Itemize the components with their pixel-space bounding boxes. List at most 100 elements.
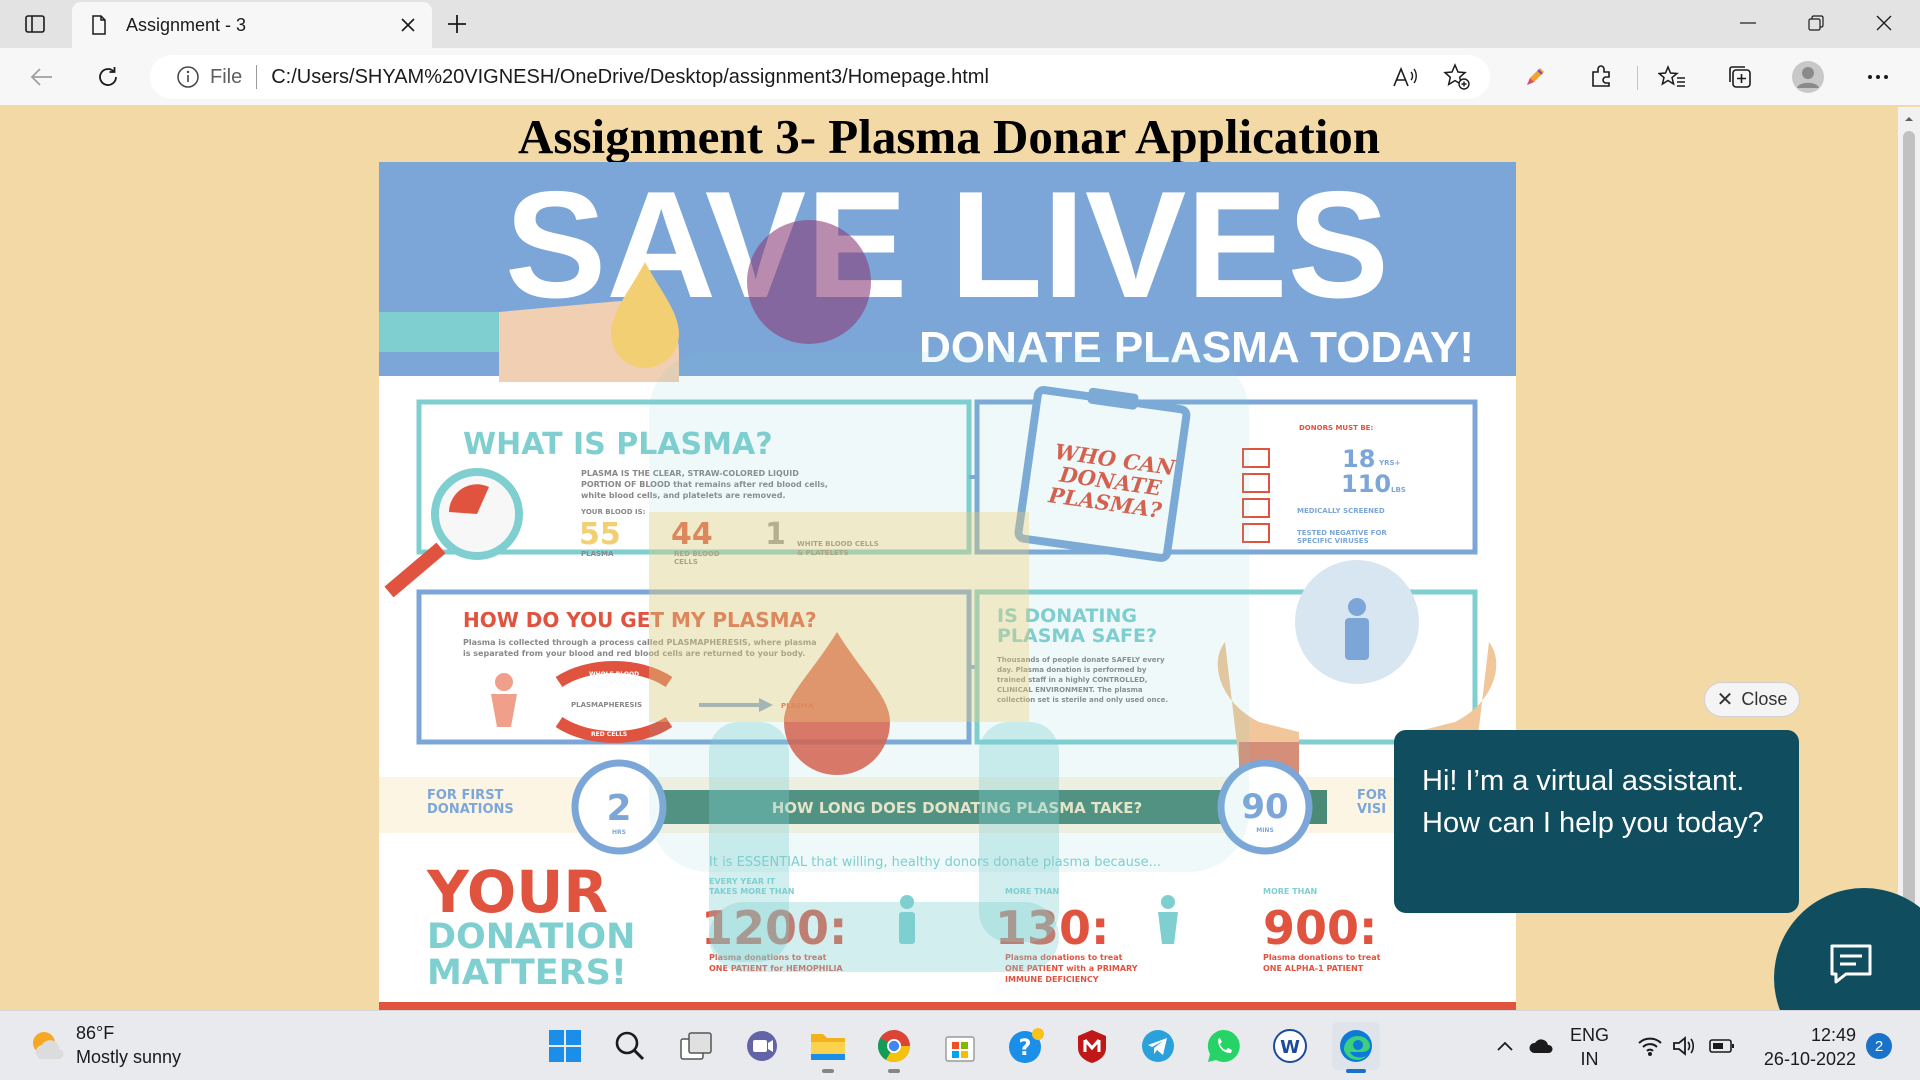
file-explorer-icon[interactable] [804, 1022, 852, 1073]
more-icon[interactable] [1858, 58, 1898, 96]
weather-temp: 86°F [76, 1023, 115, 1043]
time-repeat-2: VISI [1357, 802, 1386, 817]
svg-text:?: ? [1019, 1036, 1032, 1061]
info-icon[interactable] [176, 65, 200, 89]
req-weight: 110 [1341, 470, 1391, 498]
weather-icon [28, 1027, 64, 1063]
navigation-bar: File C:/Users/SHYAM%20VIGNESH/OneDrive/D… [0, 48, 1920, 106]
tab-actions-icon[interactable] [14, 10, 56, 38]
time-repeat-1: FOR [1357, 788, 1387, 803]
fact3-value: 900: [1263, 901, 1377, 955]
address-separator [256, 65, 258, 89]
scrollbar-thumb[interactable] [1903, 131, 1915, 937]
language-code: ENG [1570, 1025, 1610, 1045]
mcafee-icon[interactable] [1068, 1022, 1116, 1070]
svg-text:W: W [1280, 1037, 1300, 1058]
address-bar[interactable]: File C:/Users/SHYAM%20VIGNESH/OneDrive/D… [150, 55, 1490, 99]
read-aloud-icon[interactable] [1390, 63, 1420, 91]
telegram-icon[interactable] [1134, 1022, 1182, 1070]
system-clock[interactable]: 12:49 26-10-2022 [1752, 1023, 1856, 1071]
your-blood: YOUR BLOOD IS: [580, 508, 646, 516]
stat-plasma: 55 [579, 517, 621, 552]
fact3-post-2: ONE ALPHA-1 PATIENT [1263, 964, 1364, 973]
req-age: 18 [1342, 445, 1375, 473]
matters-1: YOUR [426, 858, 608, 926]
how-cells-label: RED CELLS [591, 731, 627, 738]
teams-icon[interactable] [738, 1022, 786, 1070]
time-first-1: FOR FIRST [427, 788, 504, 803]
watermark-shape [709, 902, 1059, 972]
wifi-icon[interactable] [1637, 1033, 1663, 1059]
how-process-label: PLASMAPHERESIS [571, 701, 642, 709]
pen-icon[interactable] [1515, 58, 1555, 96]
how-blood-label: WHOLE BLOOD [589, 671, 639, 678]
donors-must-be: DONORS MUST BE: [1299, 424, 1373, 432]
address-scheme: File [210, 65, 243, 88]
req-age-unit: YRS+ [1378, 459, 1401, 467]
active-indicator [1346, 1069, 1366, 1073]
person-icon [1161, 895, 1175, 909]
search-icon[interactable] [606, 1022, 654, 1070]
minimize-icon[interactable] [1716, 0, 1780, 46]
windows-icon[interactable] [541, 1022, 589, 1070]
scroll-up-icon[interactable] [1903, 113, 1915, 125]
weather-desc: Mostly sunny [76, 1047, 182, 1067]
matters-2: DONATION [427, 917, 635, 957]
running-indicator [822, 1069, 834, 1073]
fact3-pre: MORE THAN [1263, 887, 1317, 896]
region-code: IN [1580, 1049, 1599, 1069]
page-icon [88, 14, 110, 36]
word-icon[interactable]: W [1266, 1022, 1314, 1070]
chat-close-button[interactable]: ✕ Close [1704, 682, 1800, 717]
req-screened: MEDICALLY SCREENED [1297, 507, 1385, 515]
help-icon[interactable]: ? [1002, 1022, 1050, 1070]
whatsapp-icon[interactable] [1200, 1022, 1248, 1070]
bottom-stripe [379, 1002, 1516, 1010]
active-tab[interactable]: Assignment - 3 [72, 2, 432, 48]
req-tested-2: SPECIFIC VIRUSES [1297, 537, 1369, 545]
back-icon[interactable] [22, 58, 62, 96]
person-head-icon [495, 673, 513, 691]
task-view-icon[interactable] [672, 1022, 720, 1070]
matters-3: MATTERS! [427, 953, 627, 993]
close-icon[interactable] [392, 9, 424, 41]
plasma-infographic: SAVE LIVES DONATE PLASMA TODAY! WHAT IS … [379, 162, 1516, 1010]
favorites-icon[interactable] [1652, 58, 1692, 96]
blood-drop-icon [747, 220, 871, 344]
req-tested-1: TESTED NEGATIVE FOR [1297, 529, 1387, 537]
address-url[interactable]: C:/Users/SHYAM%20VIGNESH/OneDrive/Deskto… [271, 66, 989, 89]
tab-bar: Assignment - 3 [0, 0, 1920, 48]
collections-icon[interactable] [1720, 58, 1760, 96]
language-indicator[interactable]: ENG IN [1570, 1023, 1609, 1071]
add-favorite-icon[interactable] [1442, 63, 1472, 91]
chat-close-label: Close [1741, 689, 1788, 709]
chrome-icon[interactable] [870, 1022, 918, 1073]
volume-icon[interactable] [1671, 1033, 1697, 1059]
notification-badge[interactable]: 2 [1866, 1033, 1892, 1059]
chevron-up-icon[interactable] [1492, 1033, 1518, 1059]
person-icon-head [1348, 598, 1366, 616]
weather-widget[interactable]: 86°F Mostly sunny [28, 1021, 181, 1069]
cloud-icon[interactable] [1528, 1033, 1554, 1059]
profile-icon[interactable] [1788, 58, 1828, 96]
extensions-icon[interactable] [1582, 58, 1622, 96]
edge-icon[interactable] [1332, 1022, 1380, 1073]
plus-icon[interactable] [440, 8, 474, 40]
refresh-icon[interactable] [88, 58, 128, 96]
chat-icon [1828, 942, 1874, 986]
tab-title: Assignment - 3 [126, 14, 247, 35]
store-icon[interactable] [936, 1022, 984, 1070]
page-title: Assignment 3- Plasma Donar Application [517, 109, 1381, 164]
time-repeat-unit: MINS [1256, 827, 1274, 834]
close-icon: ✕ [1716, 689, 1734, 711]
battery-icon[interactable] [1709, 1033, 1735, 1059]
chat-greeting-bubble[interactable]: Hi! I’m a virtual assistant. How can I h… [1394, 730, 1799, 913]
page-scrollbar[interactable] [1898, 107, 1920, 1010]
restore-icon[interactable] [1784, 0, 1848, 46]
req-weight-unit: LBS [1391, 486, 1406, 494]
running-indicator [888, 1069, 900, 1073]
fact2-post-3: IMMUNE DEFICIENCY [1005, 975, 1099, 984]
window-close-icon[interactable] [1852, 0, 1916, 46]
toolbar-separator [1637, 66, 1638, 90]
time-first-2: DONATIONS [427, 802, 514, 817]
